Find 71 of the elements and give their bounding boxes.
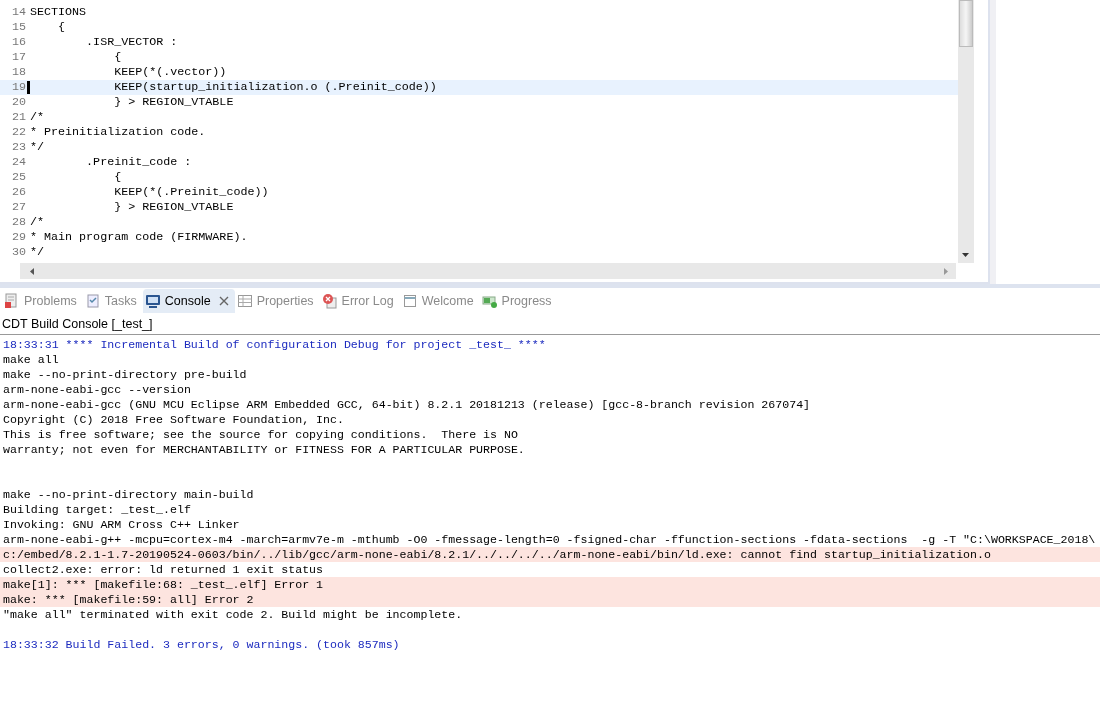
line-number: 28 bbox=[10, 215, 27, 230]
view-tab[interactable]: Properties bbox=[234, 289, 320, 313]
line-number: 22 bbox=[10, 125, 27, 140]
line-number: 14 bbox=[10, 5, 27, 20]
line-number: 27 bbox=[10, 200, 27, 215]
line-number: 20 bbox=[10, 95, 27, 110]
view-tab[interactable]: Problems bbox=[2, 289, 83, 313]
code-line: .Preinit_code : bbox=[85, 155, 192, 170]
code-line: .ISR_VECTOR : bbox=[85, 35, 178, 50]
line-number: 16 bbox=[10, 35, 27, 50]
scroll-left-icon[interactable] bbox=[30, 267, 34, 275]
console-line: collect2.exe: error: ld returned 1 exit status bbox=[2, 562, 325, 577]
code-line: /* bbox=[30, 110, 45, 125]
code-line: KEEP(*(.Preinit_code)) bbox=[113, 185, 269, 200]
scrollbar-thumb[interactable] bbox=[959, 0, 973, 47]
console-line: Copyright (C) 2018 Free Software Foundation, Inc. bbox=[2, 412, 345, 427]
view-tab[interactable]: Welcome bbox=[399, 289, 480, 313]
scroll-right-icon[interactable] bbox=[944, 267, 948, 275]
console-title: CDT Build Console [_test_] bbox=[0, 314, 1100, 335]
console-line: arm-none-eabi-g++ -mcpu=cortex-m4 -march=armv7e-m -mthumb -O0 -fmessage-length=0 -fsigned-char -ffunction-sections -fdata-sections -g -T "C:\WORKSPACE_2018\ bbox=[2, 532, 1097, 547]
line-number: 23 bbox=[10, 140, 27, 155]
console-line: This is free software; see the source for copying conditions. There is NO bbox=[2, 427, 519, 442]
line-number: 26 bbox=[10, 185, 27, 200]
table-icon bbox=[236, 293, 253, 309]
code-line: { bbox=[113, 50, 122, 65]
code-line: } > REGION_VTABLE bbox=[113, 95, 234, 110]
view-tab[interactable]: Tasks bbox=[82, 289, 143, 313]
code-line: */ bbox=[30, 140, 45, 155]
line-number: 15 bbox=[10, 20, 27, 35]
code-line: KEEP(*(.vector)) bbox=[113, 65, 227, 80]
line-number: 29 bbox=[10, 230, 27, 245]
line-number: 21 bbox=[10, 110, 27, 125]
progress-icon bbox=[481, 293, 498, 309]
console-line: make --no-print-directory main-build bbox=[2, 487, 255, 502]
console-line: warranty; not even for MERCHANTABILITY or FITNESS FOR A PARTICULAR PURPOSE. bbox=[2, 442, 526, 457]
line-number: 17 bbox=[10, 50, 27, 65]
view-tab[interactable]: Console bbox=[142, 289, 235, 313]
console-line: Building target: _test_.elf bbox=[2, 502, 192, 517]
scroll-down-icon[interactable] bbox=[962, 253, 969, 257]
console-line: make all bbox=[2, 352, 60, 367]
horizontal-scrollbar[interactable] bbox=[20, 263, 956, 279]
vertical-scrollbar[interactable] bbox=[958, 0, 974, 263]
console-info-line: 18:33:31 **** Incremental Build of configuration Debug for project _test_ **** bbox=[2, 337, 547, 352]
clipboard-check-icon bbox=[84, 293, 101, 309]
error-log-icon bbox=[321, 293, 338, 309]
code-line: { bbox=[57, 20, 66, 35]
code-line: /* bbox=[30, 215, 45, 230]
monitor-icon bbox=[144, 293, 161, 309]
code-line: SECTIONS bbox=[30, 5, 87, 20]
code-line: */ bbox=[30, 245, 45, 260]
console-line: "make all" terminated with exit code 2. Build might be incomplete. bbox=[2, 607, 464, 622]
line-number: 25 bbox=[10, 170, 27, 185]
line-number: 30 bbox=[10, 245, 27, 260]
console-line: Invoking: GNU ARM Cross C++ Linker bbox=[2, 517, 241, 532]
close-icon[interactable] bbox=[218, 296, 229, 306]
line-number: 19 bbox=[10, 80, 27, 95]
console-line: arm-none-eabi-gcc --version bbox=[2, 382, 192, 397]
window-icon bbox=[401, 293, 418, 309]
code-line: } > REGION_VTABLE bbox=[113, 200, 234, 215]
view-tab[interactable]: Progress bbox=[479, 289, 558, 313]
clipboard-error-icon bbox=[4, 293, 20, 309]
code-line: * Preinitialization code. bbox=[30, 125, 206, 140]
code-line: { bbox=[113, 170, 122, 185]
view-tab[interactable]: Error Log bbox=[319, 289, 400, 313]
line-number: 24 bbox=[10, 155, 27, 170]
console-line: arm-none-eabi-gcc (GNU MCU Eclipse ARM Embedded GCC, 64-bit) 8.2.1 20181213 (release) [gcc-8-branch revision 267074] bbox=[2, 397, 812, 412]
code-line: * Main program code (FIRMWARE). bbox=[30, 230, 248, 245]
code-line: KEEP(startup_initialization.o (.Preinit_code)) bbox=[113, 80, 437, 95]
console-info-line: 18:33:32 Build Failed. 3 errors, 0 warnings. (took 857ms) bbox=[2, 637, 401, 652]
line-number: 18 bbox=[10, 65, 27, 80]
console-line: make --no-print-directory pre-build bbox=[2, 367, 248, 382]
